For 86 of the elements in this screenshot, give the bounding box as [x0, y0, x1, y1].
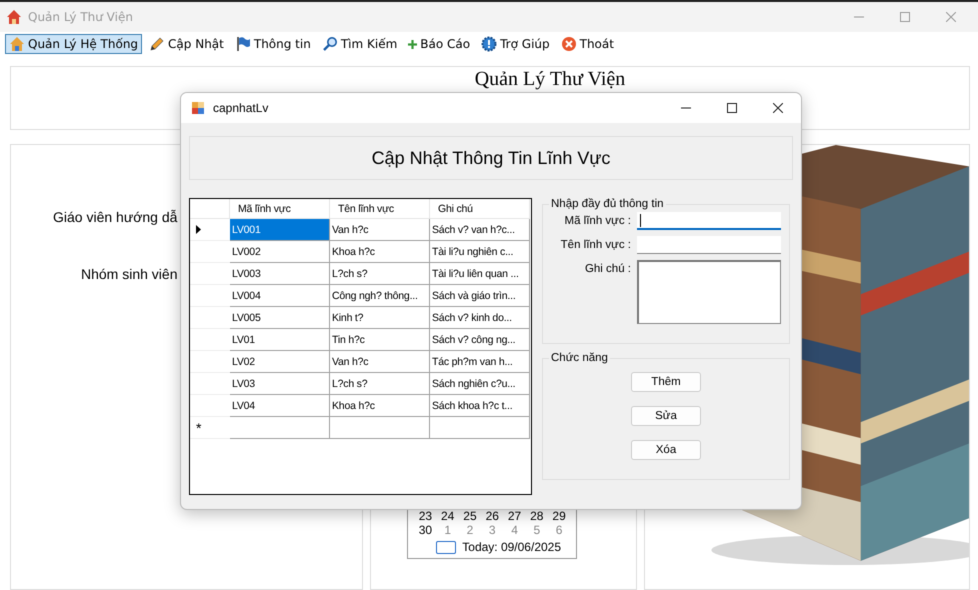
- input-field[interactable]: [637, 236, 781, 254]
- calendar-day[interactable]: 3: [482, 523, 502, 537]
- calendar-day[interactable]: 24: [438, 509, 458, 523]
- dialog-title: capnhatLv: [213, 101, 268, 115]
- table-cell[interactable]: LV005: [230, 307, 330, 329]
- table-cell[interactable]: Công ngh? thông...: [330, 285, 430, 307]
- calendar-day[interactable]: 2: [460, 523, 480, 537]
- table-cell[interactable]: Sách v? công ng...: [430, 329, 530, 351]
- calendar-day[interactable]: 6: [549, 523, 570, 537]
- calendar-day[interactable]: 30: [415, 523, 436, 537]
- notes-field[interactable]: [637, 260, 781, 324]
- menu-item[interactable]: Trợ Giúp: [477, 34, 554, 54]
- table-cell[interactable]: LV03: [230, 373, 330, 395]
- window-title: Quản Lý Thư Viện: [28, 10, 133, 24]
- table-cell[interactable]: [330, 417, 430, 439]
- table-cell[interactable]: Sách v? kinh do...: [430, 307, 530, 329]
- close-icon[interactable]: [773, 103, 783, 113]
- table-cell[interactable]: Van h?c: [330, 219, 430, 241]
- house-icon: [9, 36, 25, 52]
- table-cell[interactable]: Sách khoa h?c t...: [430, 395, 530, 417]
- calendar-day[interactable]: 23: [415, 509, 436, 523]
- action-button[interactable]: Sửa: [631, 406, 701, 426]
- menu-item[interactable]: Tìm Kiếm: [318, 34, 402, 54]
- form-icon: [191, 101, 205, 115]
- action-button[interactable]: Thêm: [631, 372, 701, 392]
- dialog-heading: Cập Nhật Thông Tin Lĩnh Vực: [372, 148, 610, 168]
- table-cell[interactable]: Tài li?u liên quan ...: [430, 263, 530, 285]
- table-cell[interactable]: LV02: [230, 351, 330, 373]
- table-cell[interactable]: [430, 417, 530, 439]
- action-button[interactable]: Xóa: [631, 440, 701, 460]
- flag-icon: [234, 36, 251, 52]
- table-cell[interactable]: Tin h?c: [330, 329, 430, 351]
- field-label: Tên lĩnh vực :: [560, 238, 631, 251]
- table-cell[interactable]: LV01: [230, 329, 330, 351]
- pencil-icon: [149, 36, 166, 52]
- input-field[interactable]: [637, 212, 781, 230]
- table-cell[interactable]: L?ch s?: [330, 263, 430, 285]
- menu-item[interactable]: Thông tin: [230, 34, 315, 54]
- today-link[interactable]: Today: 09/06/2025: [462, 540, 562, 554]
- table-cell[interactable]: Van h?c: [330, 351, 430, 373]
- table-cell[interactable]: [230, 417, 330, 439]
- table-cell[interactable]: LV04: [230, 395, 330, 417]
- calendar-day[interactable]: 1: [438, 523, 458, 537]
- table-cell[interactable]: Khoa h?c: [330, 241, 430, 263]
- table-cell[interactable]: LV003: [230, 263, 330, 285]
- calendar-day[interactable]: 26: [482, 509, 502, 523]
- calendar-day[interactable]: 27: [504, 509, 525, 523]
- new-row-mark: *: [190, 417, 230, 439]
- table-cell[interactable]: Tài li?u nghiên c...: [430, 241, 530, 263]
- menu-item[interactable]: Thoát: [556, 34, 618, 54]
- calendar-day[interactable]: 4: [504, 523, 525, 537]
- menu-item[interactable]: Quản Lý Hệ Thống: [5, 34, 142, 54]
- maximize-icon[interactable]: [727, 103, 737, 113]
- table-cell[interactable]: Sách v? van h?c...: [430, 219, 530, 241]
- current-row-icon: [196, 225, 201, 234]
- table-cell[interactable]: Tác ph?m van h...: [430, 351, 530, 373]
- today-marker: [436, 540, 456, 554]
- search-icon: [322, 36, 338, 52]
- field-label: Mã lĩnh vực :: [564, 214, 631, 227]
- table-cell[interactable]: LV004: [230, 285, 330, 307]
- calendar-day[interactable]: 5: [526, 523, 547, 537]
- table-cell[interactable]: LV002: [230, 241, 330, 263]
- group-title: Nhập đầy đủ thông tin: [550, 198, 665, 210]
- menu-item[interactable]: Cập Nhật: [145, 34, 228, 54]
- field-label: Ghi chú :: [584, 262, 631, 275]
- table-cell[interactable]: Sách nghiên c?u...: [430, 373, 530, 395]
- group-title: Chức năng: [550, 352, 609, 364]
- row-header: [190, 199, 230, 219]
- table-cell[interactable]: Khoa h?c: [330, 395, 430, 417]
- house-icon: [6, 9, 22, 25]
- table-cell[interactable]: L?ch s?: [330, 373, 430, 395]
- table-cell[interactable]: Sách và giáo trìn...: [430, 285, 530, 307]
- info-gear-icon: [481, 36, 498, 52]
- info-label: Giáo viên hướng dẫ: [53, 209, 178, 225]
- column-header[interactable]: Tên lĩnh vực: [330, 199, 430, 219]
- info-label: Nhóm sinh viên: [81, 266, 178, 282]
- cancel-icon: [560, 36, 577, 52]
- menu-item[interactable]: Báo Cáo: [404, 34, 474, 54]
- app-heading: Quản Lý Thư Viện: [474, 69, 626, 89]
- calendar-day[interactable]: 25: [460, 509, 480, 523]
- table-cell[interactable]: LV001: [230, 219, 330, 241]
- calendar-day[interactable]: 29: [549, 509, 570, 523]
- plus-icon: [408, 40, 418, 48]
- column-header[interactable]: Ghi chú: [430, 199, 530, 219]
- table-cell[interactable]: Kinh t?: [330, 307, 430, 329]
- calendar-day[interactable]: 28: [526, 509, 547, 523]
